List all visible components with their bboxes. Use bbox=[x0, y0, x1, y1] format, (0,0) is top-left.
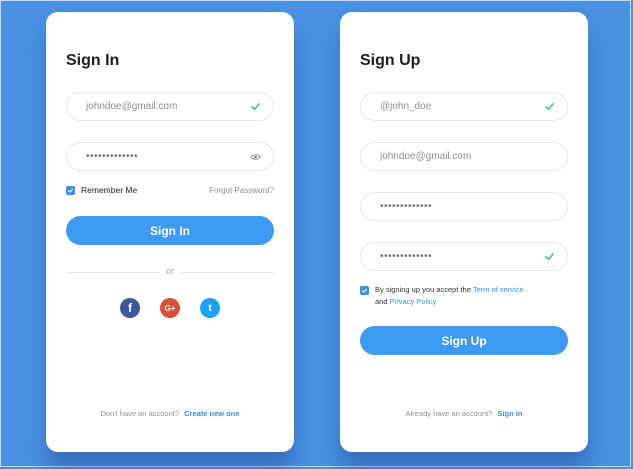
sign-in-email-value: johndoe@gmail.com bbox=[86, 101, 178, 112]
and-text: and bbox=[375, 297, 388, 306]
or-label: or bbox=[160, 266, 180, 276]
check-icon bbox=[251, 103, 260, 110]
sign-up-card: Sign Up @john_doe johndoe@gmail.com ••••… bbox=[340, 12, 588, 452]
sign-up-email-field[interactable]: johndoe@gmail.com bbox=[360, 142, 568, 171]
checkbox-icon bbox=[361, 288, 368, 293]
confirm-password-value: ••••••••••••• bbox=[380, 251, 433, 262]
sign-in-email-field[interactable]: johndoe@gmail.com bbox=[66, 92, 274, 121]
facebook-icon[interactable]: f bbox=[120, 298, 140, 318]
sign-in-password-value: ••••••••••••• bbox=[86, 151, 139, 162]
sign-up-password-field[interactable]: ••••••••••••• bbox=[360, 192, 568, 221]
privacy-policy-link[interactable]: Privacy Policy bbox=[390, 297, 437, 306]
check-icon bbox=[545, 103, 554, 110]
confirm-password-field[interactable]: ••••••••••••• bbox=[360, 242, 568, 271]
sign-in-card: Sign In johndoe@gmail.com ••••••••••••• … bbox=[46, 12, 294, 452]
terms-of-service-link[interactable]: Term of service bbox=[473, 285, 524, 294]
sign-in-button[interactable]: Sign In bbox=[66, 216, 274, 245]
terms-text-block: By signing up you accept the Term of ser… bbox=[375, 284, 524, 308]
sign-up-footer-text: Already have an account? bbox=[405, 409, 493, 418]
forgot-password-link[interactable]: Forgot Password? bbox=[209, 186, 274, 195]
sign-up-title: Sign Up bbox=[360, 52, 421, 69]
sign-up-footer: Already have an account? Sign In bbox=[340, 409, 588, 418]
sign-in-footer-text: Don't have an account? bbox=[100, 409, 180, 418]
remember-me-label: Remember Me bbox=[81, 185, 138, 195]
remember-checkbox[interactable] bbox=[66, 185, 75, 195]
username-value: @john_doe bbox=[380, 101, 432, 112]
terms-checkbox[interactable] bbox=[360, 286, 369, 295]
twitter-icon[interactable]: t bbox=[200, 298, 220, 318]
sign-up-email-value: johndoe@gmail.com bbox=[380, 151, 472, 162]
checkbox-icon bbox=[67, 188, 74, 193]
check-icon bbox=[545, 253, 554, 260]
eye-icon[interactable] bbox=[250, 153, 261, 161]
create-account-link[interactable]: Create new one bbox=[184, 409, 239, 418]
sign-up-button[interactable]: Sign Up bbox=[360, 326, 568, 355]
terms-text: By signing up you accept the bbox=[375, 285, 471, 294]
remember-row: Remember Me Forgot Password? bbox=[66, 185, 274, 195]
username-field[interactable]: @john_doe bbox=[360, 92, 568, 121]
sign-in-footer: Don't have an account? Create new one bbox=[46, 409, 294, 418]
terms-row: By signing up you accept the Term of ser… bbox=[360, 284, 570, 308]
sign-in-title: Sign In bbox=[66, 52, 120, 69]
google-plus-icon[interactable]: G+ bbox=[160, 298, 180, 318]
sign-in-password-field[interactable]: ••••••••••••• bbox=[66, 142, 274, 171]
sign-in-link[interactable]: Sign In bbox=[497, 409, 522, 418]
sign-up-password-value: ••••••••••••• bbox=[380, 201, 433, 212]
